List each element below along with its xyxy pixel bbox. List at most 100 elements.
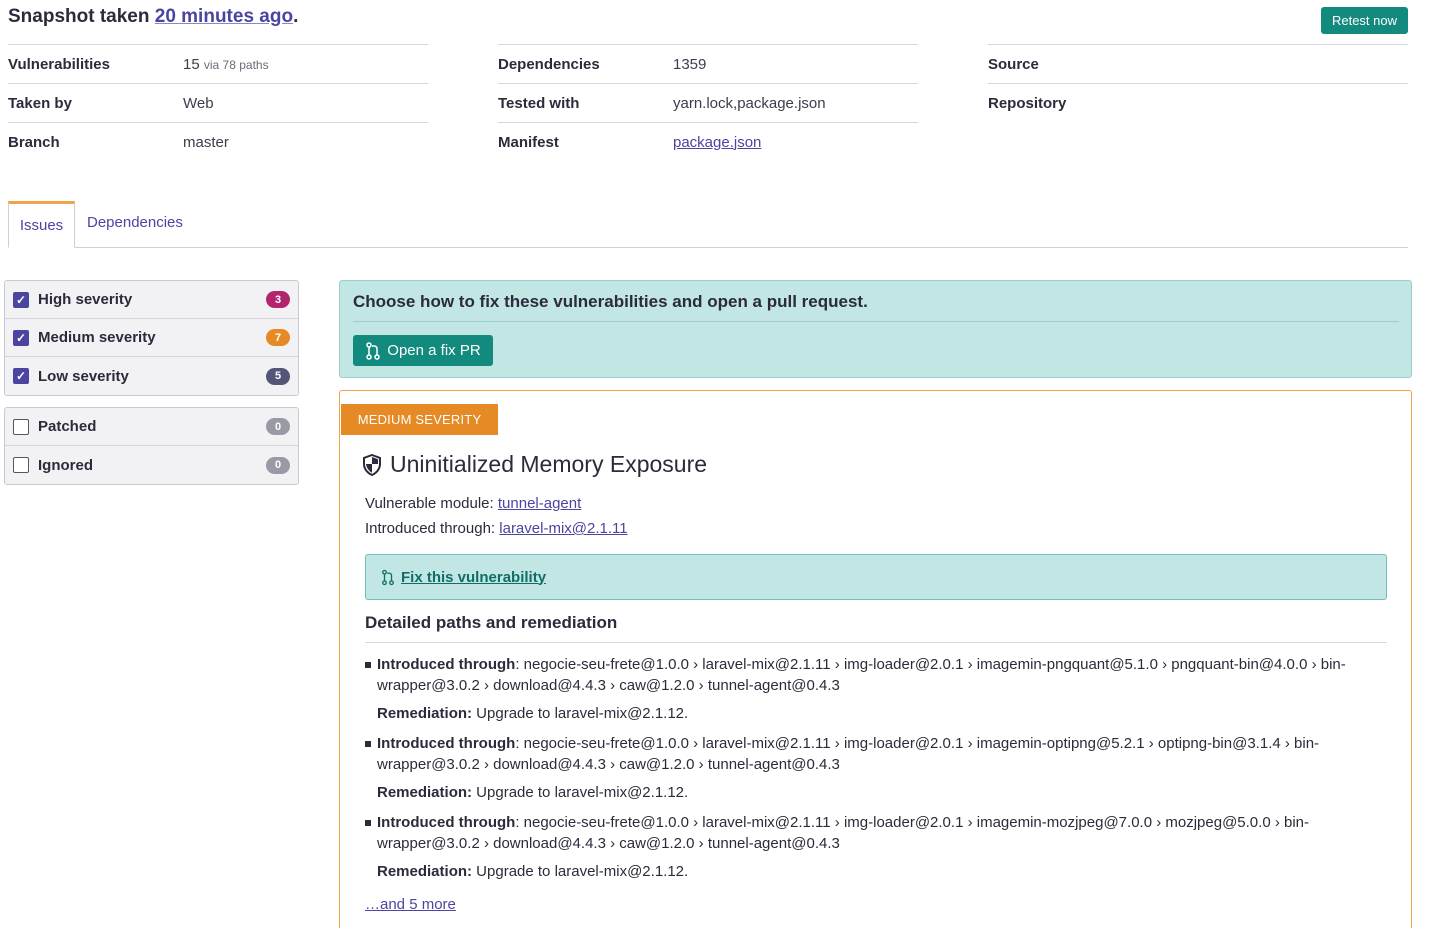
checkbox-unchecked-icon[interactable] <box>13 418 29 435</box>
remediation-line: Remediation: Upgrade to laravel-mix@2.1.… <box>377 784 688 801</box>
remediation-line: Remediation: Upgrade to laravel-mix@2.1.… <box>377 705 688 722</box>
meta-key: Tested with <box>498 94 580 112</box>
path-label: Introduced through <box>377 656 516 673</box>
filter-medium-severity[interactable]: ✓ Medium severity 7 <box>5 319 298 357</box>
checkbox-checked-icon[interactable]: ✓ <box>13 329 29 346</box>
vuln-count: 15 <box>183 55 200 73</box>
issue-card: MEDIUM SEVERITY Uninitialized Memory Exp… <box>339 390 1412 928</box>
bullet <box>365 662 371 668</box>
fix-banner-heading: Choose how to fix these vulnerabilities … <box>353 292 868 311</box>
filter-high-severity[interactable]: ✓ High severity 3 <box>5 281 298 319</box>
filter-label: Medium severity <box>38 329 156 346</box>
issue-title-text: Uninitialized Memory Exposure <box>390 451 708 477</box>
meta-value: 15 via 78 paths <box>183 56 269 73</box>
open-fix-pr-button[interactable]: Open a fix PR <box>353 335 493 366</box>
meta-row-branch: Branch master <box>8 122 428 161</box>
filter-label: Ignored <box>38 456 93 474</box>
vulnerable-module-link[interactable]: tunnel-agent <box>498 495 581 512</box>
meta-value: 1359 <box>673 55 707 73</box>
count-badge: 5 <box>266 367 290 385</box>
meta-key: Source <box>988 55 1039 73</box>
remediation-line: Remediation: Upgrade to laravel-mix@2.1.… <box>377 863 688 880</box>
tab-dependencies[interactable]: Dependencies <box>75 201 195 248</box>
filter-low-severity[interactable]: ✓ Low severity 5 <box>5 357 298 395</box>
fix-banner-divider <box>353 321 1399 322</box>
remediation-text: Upgrade to laravel-mix@2.1.12. <box>472 784 689 801</box>
meta-row-vulnerabilities: Vulnerabilities 15 via 78 paths <box>8 44 428 83</box>
meta-key: Manifest <box>498 133 559 151</box>
snapshot-heading: Snapshot taken 20 minutes ago. <box>8 6 298 28</box>
filter-ignored[interactable]: Ignored 0 <box>5 446 298 484</box>
meta-column-2: Dependencies 1359 Tested with yarn.lock,… <box>498 44 918 161</box>
checkbox-checked-icon[interactable]: ✓ <box>13 291 29 308</box>
open-fix-pr-label: Open a fix PR <box>387 342 481 359</box>
path-text: : negocie-seu-frete@1.0.0 › laravel-mix@… <box>377 656 1346 694</box>
count-badge: 3 <box>266 291 290 308</box>
introduced-through-line: Introduced through: laravel-mix@2.1.11 <box>365 520 628 537</box>
meta-row-manifest: Manifest package.json <box>498 122 918 161</box>
meta-column-1: Vulnerabilities 15 via 78 paths Taken by… <box>8 44 428 161</box>
vulnerable-module-label: Vulnerable module: <box>365 495 498 512</box>
snapshot-prefix: Snapshot taken <box>8 6 155 27</box>
severity-filter-group: ✓ High severity 3 ✓ Medium severity 7 ✓ … <box>4 280 299 396</box>
meta-key: Repository <box>988 94 1067 112</box>
tab-bar: Issues Dependencies <box>8 201 1408 248</box>
filter-label: High severity <box>38 291 133 308</box>
path-item: Introduced through: negocie-seu-frete@1.… <box>365 654 1372 696</box>
meta-key: Taken by <box>8 94 72 112</box>
path-item: Introduced through: negocie-seu-frete@1.… <box>365 733 1372 775</box>
more-paths-link[interactable]: …and 5 more <box>365 896 456 913</box>
filter-label: Low severity <box>38 367 129 385</box>
count-badge: 0 <box>266 418 290 435</box>
meta-key: Dependencies <box>498 55 600 73</box>
meta-row-source: Source <box>988 44 1408 83</box>
count-badge: 0 <box>266 456 290 474</box>
meta-value: master <box>183 133 229 151</box>
bullet <box>365 741 371 747</box>
fix-vulnerability-box: Fix this vulnerability <box>365 554 1387 600</box>
meta-row-taken-by: Taken by Web <box>8 83 428 122</box>
path-label: Introduced through <box>377 735 516 752</box>
checkbox-checked-icon[interactable]: ✓ <box>13 368 29 384</box>
remediation-label: Remediation: <box>377 705 473 722</box>
meta-column-3: Source Repository <box>988 44 1408 122</box>
paths-divider <box>365 642 1387 643</box>
meta-key: Vulnerabilities <box>8 55 110 73</box>
meta-row-dependencies: Dependencies 1359 <box>498 44 918 83</box>
bullet <box>365 820 371 826</box>
introduced-through-link[interactable]: laravel-mix@2.1.11 <box>499 520 627 537</box>
remediation-label: Remediation: <box>377 863 473 880</box>
remediation-label: Remediation: <box>377 784 473 801</box>
fix-this-vulnerability-link[interactable]: Fix this vulnerability <box>401 569 546 586</box>
introduced-through-label: Introduced through: <box>365 520 500 537</box>
snapshot-time-link[interactable]: 20 minutes ago <box>155 6 293 27</box>
shield-icon <box>363 453 381 476</box>
pull-request-icon <box>366 341 381 360</box>
remediation-text: Upgrade to laravel-mix@2.1.12. <box>472 705 689 722</box>
meta-row-repository: Repository <box>988 83 1408 122</box>
meta-value: Web <box>183 94 214 112</box>
snapshot-suffix: . <box>293 6 299 27</box>
checkbox-unchecked-icon[interactable] <box>13 457 29 473</box>
retest-now-button[interactable]: Retest now <box>1321 7 1408 34</box>
filter-label: Patched <box>38 418 97 435</box>
fix-pr-banner: Choose how to fix these vulnerabilities … <box>339 280 1412 378</box>
status-filter-group: Patched 0 Ignored 0 <box>4 407 299 485</box>
path-label: Introduced through <box>377 814 516 831</box>
count-badge: 7 <box>266 329 290 346</box>
vuln-paths: via 78 paths <box>203 57 269 72</box>
filter-patched[interactable]: Patched 0 <box>5 408 298 446</box>
severity-badge: MEDIUM SEVERITY <box>341 404 498 435</box>
meta-key: Branch <box>8 133 60 151</box>
pull-request-icon <box>382 569 394 585</box>
vulnerable-module-line: Vulnerable module: tunnel-agent <box>365 495 581 512</box>
issue-title: Uninitialized Memory Exposure <box>362 451 707 478</box>
meta-row-tested-with: Tested with yarn.lock,package.json <box>498 83 918 122</box>
path-text: : negocie-seu-frete@1.0.0 › laravel-mix@… <box>377 735 1320 773</box>
manifest-link[interactable]: package.json <box>673 134 761 151</box>
tab-issues[interactable]: Issues <box>8 201 75 248</box>
paths-heading: Detailed paths and remediation <box>365 613 618 632</box>
path-text: : negocie-seu-frete@1.0.0 › laravel-mix@… <box>377 814 1310 852</box>
path-item: Introduced through: negocie-seu-frete@1.… <box>365 812 1372 854</box>
meta-value: yarn.lock,package.json <box>673 94 826 112</box>
